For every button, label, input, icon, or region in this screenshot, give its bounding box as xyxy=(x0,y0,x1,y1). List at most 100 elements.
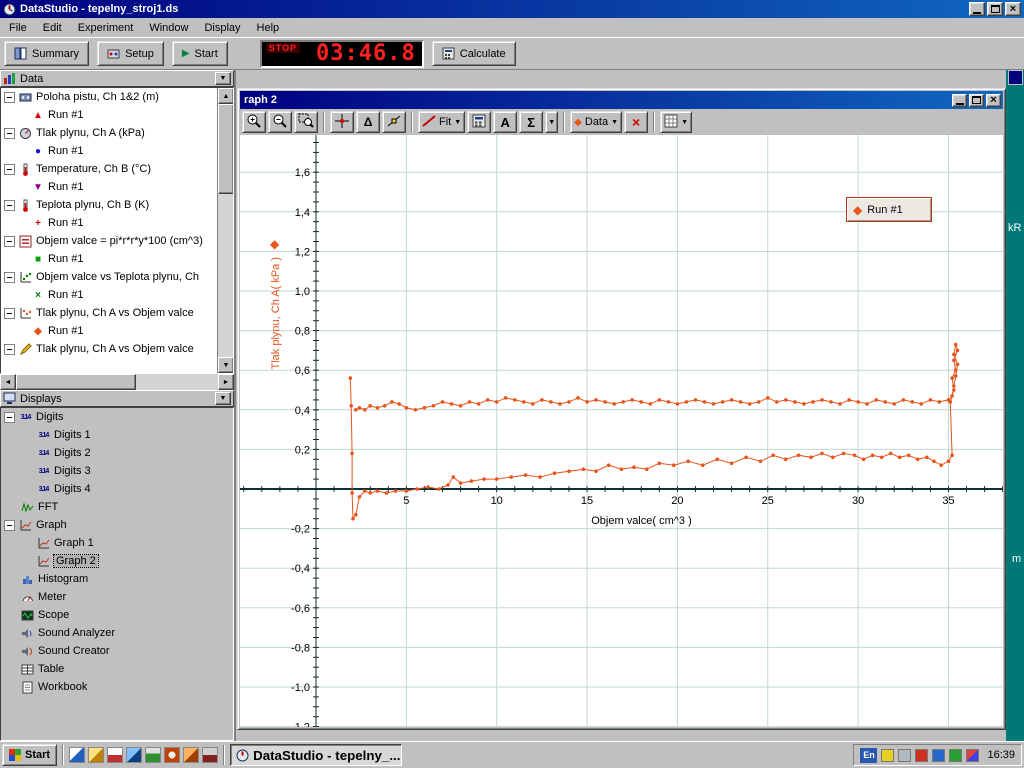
quick-launch-icon[interactable] xyxy=(88,747,104,763)
display-item[interactable]: Scope xyxy=(1,606,233,624)
remove-button[interactable]: × xyxy=(624,111,648,133)
expand-box[interactable] xyxy=(4,344,15,355)
run-item[interactable]: ▲ Run #1 xyxy=(1,106,217,124)
start-menu-button[interactable]: Start xyxy=(2,744,57,766)
summary-button[interactable]: Summary xyxy=(4,41,89,66)
display-item[interactable]: Histogram xyxy=(1,570,233,588)
quick-launch-icon[interactable] xyxy=(69,747,85,763)
display-item[interactable]: 3.14 Digits 1 xyxy=(1,426,233,444)
slope-tool-button[interactable] xyxy=(382,111,406,133)
zoom-out-button[interactable] xyxy=(268,111,292,133)
expand-box[interactable] xyxy=(4,128,15,139)
start-button[interactable]: ▶ Start xyxy=(172,41,228,66)
display-item[interactable]: Meter xyxy=(1,588,233,606)
display-item-graph-2[interactable]: Graph 2 xyxy=(1,552,233,570)
run-item[interactable]: ▼ Run #1 xyxy=(1,178,217,196)
quick-launch-icon[interactable] xyxy=(164,747,180,763)
expand-box[interactable] xyxy=(4,236,15,247)
text-tool-button[interactable]: A xyxy=(493,111,517,133)
displays-panel-dropdown-button[interactable]: ▼ xyxy=(215,392,231,405)
expand-box[interactable] xyxy=(4,200,15,211)
display-item[interactable]: 3.14 Digits xyxy=(1,408,233,426)
data-tree-vertical-scrollbar[interactable]: ▲ ▼ xyxy=(217,88,233,373)
run-item[interactable]: + Run #1 xyxy=(1,214,217,232)
data-item[interactable]: Tlak plynu, Ch A vs Objem valce xyxy=(1,340,217,358)
graph-window-title-bar[interactable]: raph 2 × xyxy=(240,91,1003,109)
tray-icon[interactable] xyxy=(949,749,962,762)
quick-launch-icon[interactable] xyxy=(183,747,199,763)
data-item[interactable]: Teplota plynu, Ch B (K) xyxy=(1,196,217,214)
data-item[interactable]: Objem valce = pi*r*r*y*100 (cm^3) xyxy=(1,232,217,250)
expand-box[interactable] xyxy=(4,520,15,531)
legend-box[interactable]: ◆ Run #1 xyxy=(846,197,932,222)
language-indicator[interactable]: En xyxy=(860,748,877,763)
data-item[interactable]: Objem valce vs Teplota plynu, Ch xyxy=(1,268,217,286)
display-item[interactable]: FFT xyxy=(1,498,233,516)
display-item[interactable]: Table xyxy=(1,660,233,678)
scroll-right-button[interactable]: ► xyxy=(218,374,234,390)
data-item[interactable]: Tlak plynu, Ch A vs Objem valce xyxy=(1,304,217,322)
data-item[interactable]: Poloha pistu, Ch 1&2 (m) xyxy=(1,88,217,106)
data-item[interactable]: Temperature, Ch B (°C) xyxy=(1,160,217,178)
y-axis-series-marker[interactable]: ◆ xyxy=(270,237,279,251)
menu-display[interactable]: Display xyxy=(196,20,248,36)
data-panel-dropdown-button[interactable]: ▼ xyxy=(215,72,231,85)
expand-box[interactable] xyxy=(4,164,15,175)
display-item[interactable]: Sound Analyzer xyxy=(1,624,233,642)
maximize-button[interactable] xyxy=(987,2,1003,16)
statistics-button[interactable]: Σ xyxy=(519,111,543,133)
quick-launch-icon[interactable] xyxy=(202,747,218,763)
menu-window[interactable]: Window xyxy=(141,20,196,36)
graph-maximize-button[interactable] xyxy=(969,94,984,107)
zoom-select-button[interactable] xyxy=(294,111,318,133)
scroll-thumb[interactable] xyxy=(16,374,136,390)
graph-settings-button[interactable]: ▼ xyxy=(660,111,692,133)
run-item[interactable]: ■ Run #1 xyxy=(1,250,217,268)
menu-file[interactable]: File xyxy=(1,20,35,36)
quick-launch-icon[interactable] xyxy=(107,747,123,763)
scroll-left-button[interactable]: ◄ xyxy=(0,374,16,390)
scroll-track[interactable] xyxy=(16,374,218,390)
menu-help[interactable]: Help xyxy=(249,20,288,36)
display-item[interactable]: 3.14 Digits 3 xyxy=(1,462,233,480)
statistics-dropdown-button[interactable]: ▼ xyxy=(545,111,558,133)
scroll-track[interactable] xyxy=(218,104,233,357)
quick-launch-icon[interactable] xyxy=(145,747,161,763)
task-button-datastudio[interactable]: DataStudio - tepelny_... xyxy=(230,744,402,766)
smart-tool-button[interactable] xyxy=(330,111,354,133)
plot-area[interactable]: 51015202530351,61,41,21,00,80,60,40,2-0,… xyxy=(240,135,1003,727)
run-item[interactable]: × Run #1 xyxy=(1,286,217,304)
display-item[interactable]: Graph xyxy=(1,516,233,534)
close-button[interactable]: × xyxy=(1005,2,1021,16)
scroll-up-button[interactable]: ▲ xyxy=(218,88,234,104)
run-item[interactable]: ◆ Run #1 xyxy=(1,322,217,340)
data-menu-button[interactable]: ◆ Data ▼ xyxy=(570,111,622,133)
fit-menu-button[interactable]: Fit ▼ xyxy=(418,111,465,133)
expand-box[interactable] xyxy=(4,92,15,103)
expand-box[interactable] xyxy=(4,308,15,319)
menu-experiment[interactable]: Experiment xyxy=(70,20,142,36)
expand-box[interactable] xyxy=(4,272,15,283)
scroll-down-button[interactable]: ▼ xyxy=(218,357,234,373)
display-item[interactable]: Workbook xyxy=(1,678,233,696)
run-item[interactable]: ● Run #1 xyxy=(1,142,217,160)
tray-icon[interactable] xyxy=(932,749,945,762)
graph-minimize-button[interactable] xyxy=(952,94,967,107)
data-tree-horizontal-scrollbar[interactable]: ◄ ► xyxy=(0,374,234,390)
display-item[interactable]: 3.14 Digits 2 xyxy=(1,444,233,462)
delta-tool-button[interactable]: Δ xyxy=(356,111,380,133)
tray-icon[interactable] xyxy=(881,749,894,762)
display-item[interactable]: Graph 1 xyxy=(1,534,233,552)
display-item[interactable]: 3.14 Digits 4 xyxy=(1,480,233,498)
y-axis-title[interactable]: Tlak plynu, Ch A( kPa ) xyxy=(270,257,282,370)
tray-icon[interactable] xyxy=(898,749,911,762)
setup-button[interactable]: Setup xyxy=(97,41,164,66)
display-item[interactable]: Sound Creator xyxy=(1,642,233,660)
expand-box[interactable] xyxy=(4,412,15,423)
graph-close-button[interactable]: × xyxy=(986,94,1001,107)
x-axis-title[interactable]: Objem valce( cm^3 ) xyxy=(280,515,1003,527)
quick-launch-icon[interactable] xyxy=(126,747,142,763)
minimize-button[interactable] xyxy=(969,2,985,16)
zoom-in-button[interactable] xyxy=(242,111,266,133)
data-item[interactable]: Tlak plynu, Ch A (kPa) xyxy=(1,124,217,142)
